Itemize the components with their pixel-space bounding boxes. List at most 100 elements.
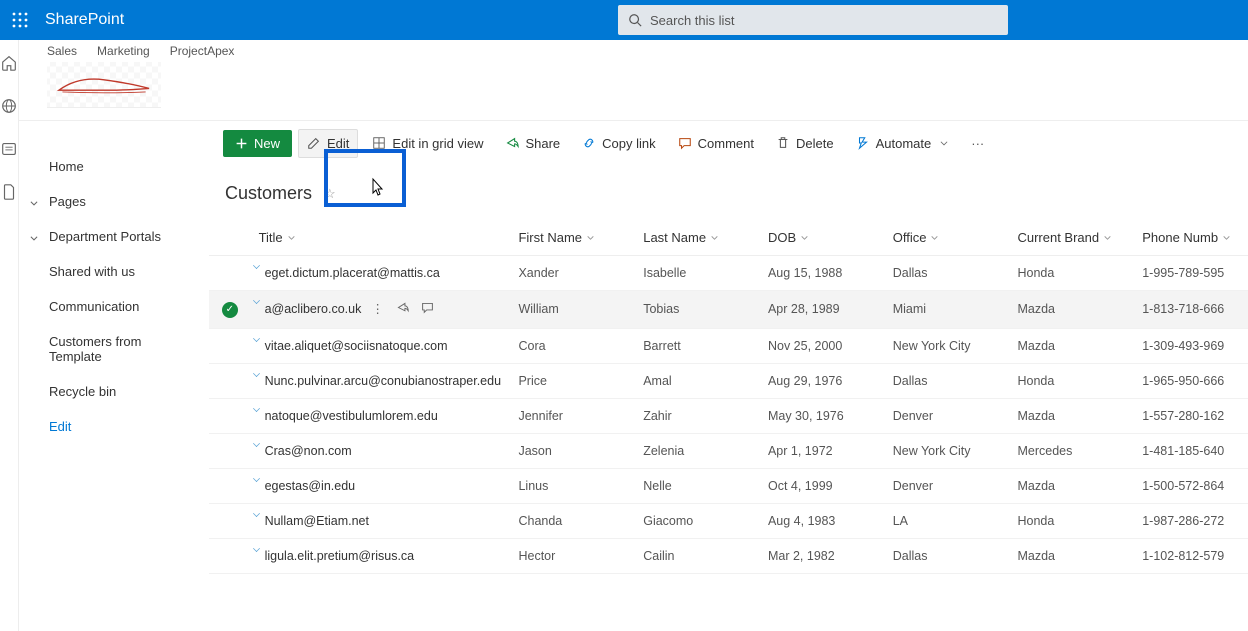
files-icon[interactable] <box>0 183 18 204</box>
content-area: New Edit Edit in grid view Share <box>209 121 1248 631</box>
cell-office: Dallas <box>885 256 1010 291</box>
row-select[interactable] <box>209 363 251 398</box>
cell-office: Denver <box>885 398 1010 433</box>
cell-title[interactable]: vitae.aliquet@sociisnatoque.com <box>251 328 511 363</box>
cell-first: Jennifer <box>510 398 635 433</box>
row-select[interactable] <box>209 433 251 468</box>
nav-edit[interactable]: Edit <box>19 409 209 444</box>
site-header: Sales Marketing ProjectApex <box>19 40 1248 108</box>
row-select[interactable]: ✓ <box>209 291 251 329</box>
comment-button[interactable]: Comment <box>670 130 762 157</box>
hub-link-marketing[interactable]: Marketing <box>97 44 150 58</box>
sidebar-item-department-portals[interactable]: Department Portals <box>19 219 209 254</box>
cell-office: New York City <box>885 328 1010 363</box>
cell-title[interactable]: Cras@non.com <box>251 433 511 468</box>
cell-phone: 1-987-286-272 <box>1134 503 1248 538</box>
table-row[interactable]: Nullam@Etiam.netChandaGiacomoAug 4, 1983… <box>209 503 1248 538</box>
cell-title[interactable]: Nunc.pulvinar.arcu@conubianostraper.edu <box>251 363 511 398</box>
cell-title[interactable]: ligula.elit.pretium@risus.ca <box>251 538 511 573</box>
left-nav: HomePagesDepartment PortalsShared with u… <box>19 137 209 631</box>
column-header[interactable]: First Name <box>510 220 635 256</box>
share-icon <box>505 136 519 150</box>
cell-brand: Mazda <box>1009 328 1134 363</box>
site-logo[interactable] <box>47 62 161 108</box>
comment-icon[interactable] <box>421 301 434 317</box>
cell-title[interactable]: a@aclibero.co.uk⋮ <box>251 291 511 329</box>
delete-button[interactable]: Delete <box>768 130 842 157</box>
news-icon[interactable] <box>0 140 18 161</box>
edit-button[interactable]: Edit <box>298 129 358 158</box>
cell-title[interactable]: egestas@in.edu <box>251 468 511 503</box>
row-select[interactable] <box>209 538 251 573</box>
table-row[interactable]: Cras@non.comJasonZeleniaApr 1, 1972New Y… <box>209 433 1248 468</box>
more-commands-button[interactable]: ··· <box>963 130 992 157</box>
edit-label: Edit <box>327 136 349 151</box>
hub-link-projectapex[interactable]: ProjectApex <box>170 44 235 58</box>
home-icon[interactable] <box>0 54 18 75</box>
row-select[interactable] <box>209 398 251 433</box>
sidebar-item-communication[interactable]: Communication <box>19 289 209 324</box>
more-icon[interactable]: ⋮ <box>371 301 384 317</box>
column-header[interactable]: Phone Numb <box>1134 220 1248 256</box>
share-label: Share <box>525 136 560 151</box>
list-table: TitleFirst NameLast NameDOBOfficeCurrent… <box>209 220 1248 574</box>
table-row[interactable]: egestas@in.eduLinusNelleOct 4, 1999Denve… <box>209 468 1248 503</box>
share-icon[interactable] <box>396 301 409 317</box>
cell-dob: Nov 25, 2000 <box>760 328 885 363</box>
column-header[interactable]: DOB <box>760 220 885 256</box>
favorite-star-icon[interactable]: ☆ <box>324 186 336 202</box>
column-select[interactable] <box>209 220 251 256</box>
search-box[interactable] <box>618 5 1008 35</box>
table-row[interactable]: Nunc.pulvinar.arcu@conubianostraper.eduP… <box>209 363 1248 398</box>
cell-dob: May 30, 1976 <box>760 398 885 433</box>
new-button[interactable]: New <box>223 130 292 157</box>
share-button[interactable]: Share <box>497 130 568 157</box>
hub-link-sales[interactable]: Sales <box>47 44 77 58</box>
cell-dob: Oct 4, 1999 <box>760 468 885 503</box>
row-select[interactable] <box>209 503 251 538</box>
table-row[interactable]: ✓a@aclibero.co.uk⋮WilliamTobiasApr 28, 1… <box>209 291 1248 329</box>
sidebar-item-label: Customers from Template <box>49 334 141 364</box>
column-header[interactable]: Office <box>885 220 1010 256</box>
cell-first: Cora <box>510 328 635 363</box>
sidebar-item-shared-with-us[interactable]: Shared with us <box>19 254 209 289</box>
delete-icon <box>776 136 790 150</box>
automate-button[interactable]: Automate <box>848 130 958 157</box>
cell-title[interactable]: Nullam@Etiam.net <box>251 503 511 538</box>
cell-dob: Mar 2, 1982 <box>760 538 885 573</box>
copy-link-button[interactable]: Copy link <box>574 130 663 157</box>
cell-last: Cailin <box>635 538 760 573</box>
table-row[interactable]: vitae.aliquet@sociisnatoque.comCoraBarre… <box>209 328 1248 363</box>
edit-grid-button[interactable]: Edit in grid view <box>364 130 491 157</box>
globe-icon[interactable] <box>0 97 18 118</box>
cell-phone: 1-102-812-579 <box>1134 538 1248 573</box>
cell-brand: Mazda <box>1009 468 1134 503</box>
command-bar: New Edit Edit in grid view Share <box>209 121 1248 165</box>
cell-last: Zahir <box>635 398 760 433</box>
search-input[interactable] <box>650 13 998 28</box>
row-select[interactable] <box>209 328 251 363</box>
cell-title[interactable]: eget.dictum.placerat@mattis.ca <box>251 256 511 291</box>
cell-phone: 1-481-185-640 <box>1134 433 1248 468</box>
sidebar-item-recycle-bin[interactable]: Recycle bin <box>19 374 209 409</box>
cell-brand: Mercedes <box>1009 433 1134 468</box>
table-row[interactable]: eget.dictum.placerat@mattis.caXanderIsab… <box>209 256 1248 291</box>
table-row[interactable]: ligula.elit.pretium@risus.caHectorCailin… <box>209 538 1248 573</box>
column-header[interactable]: Last Name <box>635 220 760 256</box>
row-select[interactable] <box>209 468 251 503</box>
comment-icon <box>678 136 692 150</box>
column-header[interactable]: Current Brand <box>1009 220 1134 256</box>
cell-title[interactable]: natoque@vestibulumlorem.edu <box>251 398 511 433</box>
cell-phone: 1-500-572-864 <box>1134 468 1248 503</box>
row-select[interactable] <box>209 256 251 291</box>
sidebar-item-customers-from-template[interactable]: Customers from Template <box>19 324 209 374</box>
table-row[interactable]: natoque@vestibulumlorem.eduJenniferZahir… <box>209 398 1248 433</box>
app-launcher-icon[interactable] <box>0 0 40 40</box>
app-name[interactable]: SharePoint <box>45 11 124 29</box>
sidebar-item-pages[interactable]: Pages <box>19 184 209 219</box>
cell-brand: Honda <box>1009 363 1134 398</box>
copy-link-label: Copy link <box>602 136 655 151</box>
list-title: Customers <box>225 183 312 204</box>
column-header[interactable]: Title <box>251 220 511 256</box>
sidebar-item-home[interactable]: Home <box>19 149 209 184</box>
